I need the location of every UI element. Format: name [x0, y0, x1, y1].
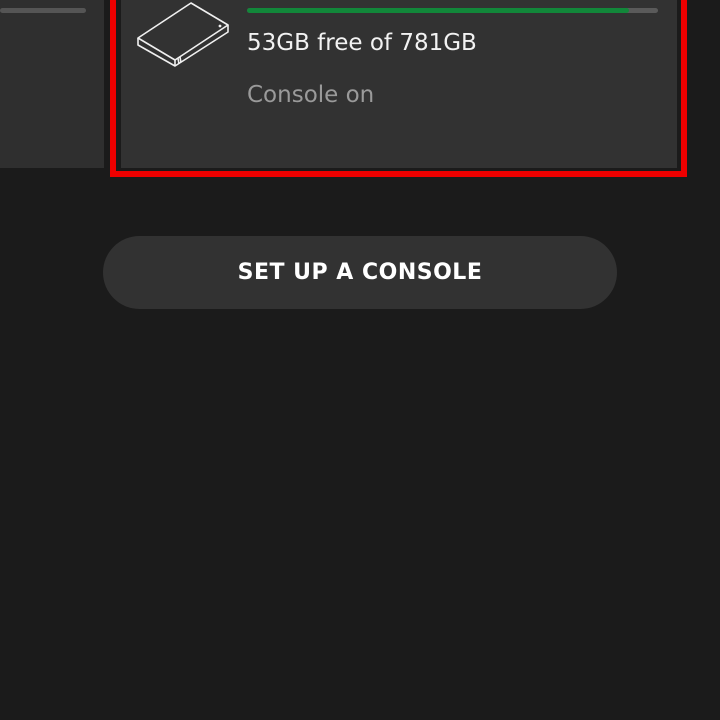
consoles-page: 53GB free of 781GB Console on SET UP A C… — [0, 0, 720, 720]
console-card-previous[interactable] — [0, 0, 104, 168]
highlight-frame — [110, 0, 687, 177]
set-up-console-button[interactable]: SET UP A CONSOLE — [103, 236, 617, 309]
storage-bar-track — [0, 8, 86, 13]
